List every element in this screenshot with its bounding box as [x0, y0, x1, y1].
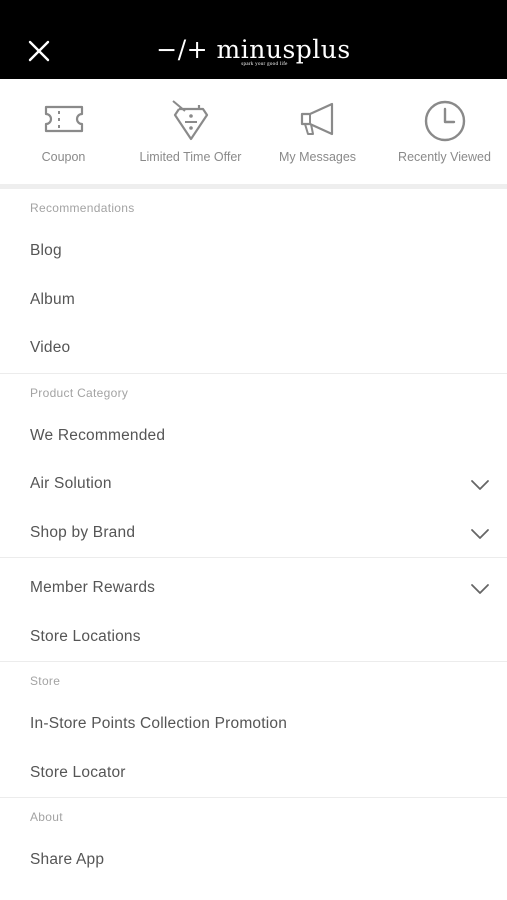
chevron-down-icon: [471, 584, 489, 594]
chevron-down-icon: [471, 528, 489, 539]
recently-viewed-label: Recently Viewed: [398, 150, 491, 164]
coupon-button[interactable]: Coupon: [0, 79, 127, 185]
menu-item-store-locations[interactable]: Store Locations: [0, 613, 507, 662]
menu-item-label: Air Solution: [30, 475, 112, 492]
menu-item-in-store-points[interactable]: In-Store Points Collection Promotion: [0, 700, 507, 749]
menu-item-blog[interactable]: Blog: [0, 227, 507, 276]
menu-item-air-solution[interactable]: Air Solution: [0, 460, 507, 509]
top-bar: −/+ minusplus spark your good life: [0, 0, 507, 79]
section-title-product-category: Product Category: [30, 385, 129, 400]
menu-item-shop-by-brand[interactable]: Shop by Brand: [0, 509, 507, 558]
menu-list: Recommendations Blog Album Video Product…: [0, 189, 507, 900]
menu-item-video[interactable]: Video: [0, 324, 507, 373]
menu-item-we-recommended[interactable]: We Recommended: [0, 412, 507, 461]
brand-tagline: spark your good life: [241, 62, 288, 67]
section-title-recommendations: Recommendations: [30, 201, 135, 215]
menu-item-share-app[interactable]: Share App: [0, 836, 507, 885]
limited-time-offer-label: Limited Time Offer: [139, 150, 242, 164]
brand-name: −/+ minusplus: [156, 35, 351, 64]
quick-actions: Coupon Limited Time Offer My Messages Re…: [0, 79, 507, 185]
clock-icon: [424, 100, 465, 142]
price-tag-icon: [171, 100, 208, 141]
chevron-down-icon: [471, 480, 489, 490]
section-title-store: Store: [30, 674, 61, 688]
menu-item-label: Shop by Brand: [30, 523, 136, 541]
brand-logo: −/+ minusplus spark your good life: [0, 35, 507, 68]
megaphone-icon: [300, 102, 333, 136]
recently-viewed-button[interactable]: Recently Viewed: [381, 79, 507, 185]
my-messages-button[interactable]: My Messages: [254, 79, 381, 185]
my-messages-label: My Messages: [278, 150, 357, 164]
menu-item-store-locator[interactable]: Store Locator: [0, 749, 507, 798]
section-title-about: About: [30, 810, 63, 824]
menu-item-about-us[interactable]: About Us/Customer Service: [0, 885, 507, 900]
limited-time-offer-button[interactable]: Limited Time Offer: [127, 79, 254, 185]
menu-item-label: Member Rewards: [30, 579, 156, 596]
menu-item-label: We Recommended: [30, 426, 166, 444]
ticket-icon: [44, 105, 83, 133]
menu-item-album[interactable]: Album: [0, 276, 507, 325]
menu-item-member-rewards[interactable]: Member Rewards: [0, 564, 507, 613]
